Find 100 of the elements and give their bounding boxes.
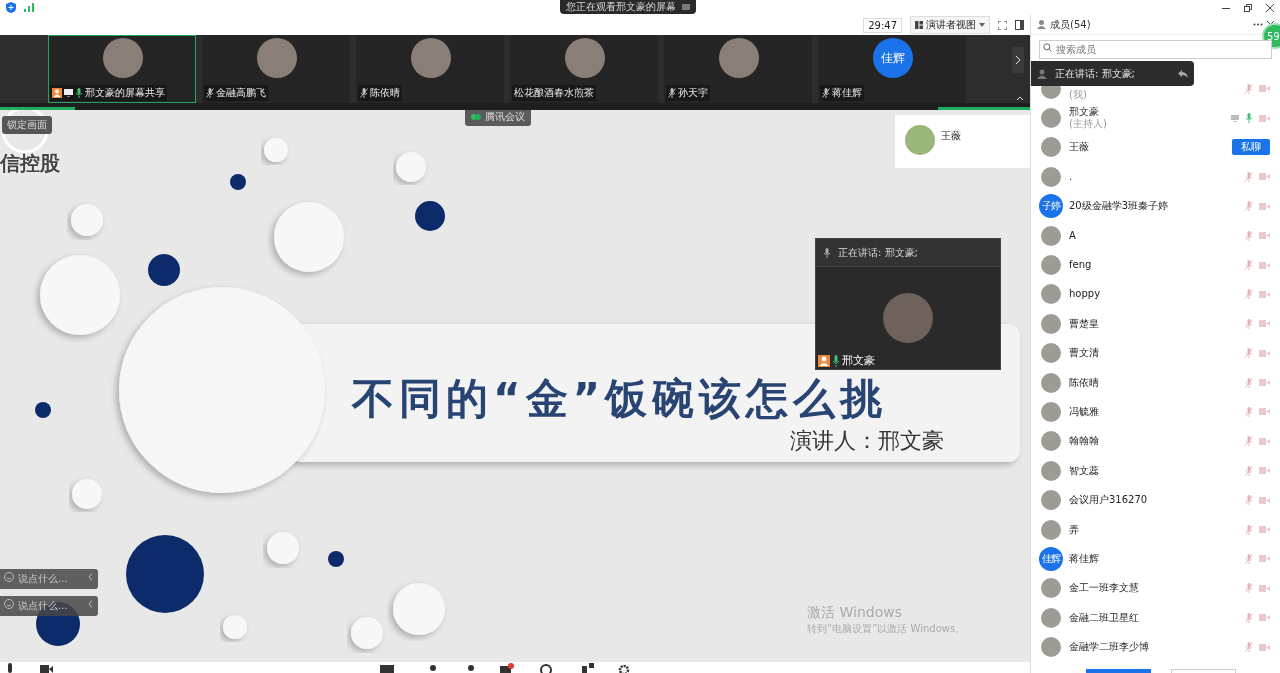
dot [230,174,246,190]
restore-icon[interactable] [1244,3,1252,12]
member-name: 金融二班卫星红 [1069,611,1139,624]
avatar-photo-placeholder [1041,255,1061,276]
member-name: 智文蕊 [1069,464,1099,477]
camera-icon [1259,379,1270,387]
video-tile[interactable]: 邢文豪的屏幕共享 [48,35,196,103]
camera-icon[interactable] [40,663,54,673]
bubble [223,615,247,639]
camera-icon [1259,555,1270,563]
video-tile[interactable]: 金融高鹏飞 [202,35,350,103]
video-tile[interactable]: 陈依晴 [356,35,504,103]
camera-icon [1259,261,1270,269]
avatar-photo-placeholder [1041,166,1061,187]
camera-icon [1259,290,1270,298]
gear-icon[interactable] [618,663,632,673]
avatar-photo-placeholder [411,38,451,78]
participant-name: 松花酿酒春水煎茶 [514,86,594,100]
dot [415,201,445,231]
meeting-timer: 29:47 [863,17,902,33]
fullscreen-icon[interactable] [998,20,1007,30]
video-tile[interactable]: 王薇 [895,115,1030,168]
participant-name: 邢文豪的屏幕共享 [85,86,165,100]
avatar-photo-placeholder [1041,313,1061,334]
microphone-icon [832,354,840,367]
video-tile[interactable]: 松花酿酒春水煎茶 [510,35,658,103]
camera-icon [1259,584,1270,592]
avatar-photo-placeholder [1041,284,1061,305]
video-tile[interactable]: 孙天宇 [664,35,812,103]
camera-icon [1259,408,1270,416]
camera-icon [1259,320,1270,328]
member-name: 蒋佳辉 [1069,552,1099,565]
screen-icon[interactable] [380,663,394,673]
sidebar-icon[interactable] [1015,20,1024,30]
lock-screen-button[interactable]: 锁定画面 [2,116,52,134]
avatar-photo-placeholder [1041,578,1061,599]
member-role: (我) [1069,88,1087,101]
camera-icon [1259,643,1270,651]
avatar-photo-placeholder [1041,343,1061,364]
chat-input[interactable]: 说点什么... [0,595,98,616]
record-icon[interactable] [540,663,554,673]
member-name: 邢文豪 [1069,106,1100,118]
slide-subtitle: 演讲人：邢文豪 [790,428,944,454]
camera-icon [1259,349,1270,357]
chat-input[interactable]: 说点什么... [0,568,98,589]
layout-icon [915,21,923,29]
camera-icon [1259,114,1270,122]
member-name: 金融学二班李少博 [1069,641,1149,654]
avatar-photo-placeholder [565,38,605,78]
bubble [72,479,102,509]
search-icon [1043,43,1052,52]
member-name: 陈依晴 [1069,376,1099,389]
member-name: 冯毓雅 [1069,406,1099,418]
participant-name: 蒋佳辉 [832,86,862,100]
reply-icon[interactable] [1178,69,1188,78]
camera-icon [1259,173,1270,181]
video-tile[interactable]: 佳辉 蒋佳辉 [818,35,966,103]
smiley-icon [4,572,14,582]
bubble [351,617,383,649]
private-chat-button[interactable]: 私聊 [1232,139,1270,156]
view-button[interactable]: 演讲者视图 [910,16,990,34]
chevron-left-icon[interactable] [88,600,93,608]
participant-name: 邢文豪 [842,353,875,368]
dot [328,551,344,567]
avatar: 佳辉 [873,38,913,78]
participant-name: 陈依晴 [370,86,400,100]
bubble [267,532,299,564]
speaking-label: 正在讲话: 邢文豪; [1055,66,1135,81]
chevron-up-icon[interactable] [1016,96,1024,101]
participant-name: 王薇 [941,129,961,143]
bubble [396,152,426,182]
chevron-right-icon[interactable] [1015,55,1021,65]
avatar: 子婷 [1039,194,1063,219]
dot [35,402,51,418]
member-name: 金工一班李文慧 [1069,582,1139,595]
member-name: 弄 [1069,523,1079,536]
participant-name: 孙天宇 [678,86,708,100]
app-name: 腾讯会议 [485,110,525,124]
member-name: feng [1069,259,1092,272]
camera-icon [1259,614,1270,622]
avatar-photo-placeholder [1041,490,1061,511]
chevron-left-icon[interactable] [88,573,93,581]
avatar-photo-placeholder [1041,402,1061,422]
more-icon[interactable] [1253,23,1263,26]
member-name: 会议用户316270 [1069,494,1148,507]
panel-title: 成员(54) [1050,17,1091,32]
avatar-photo-placeholder [257,38,297,78]
member-name: 曹文清 [1069,347,1099,360]
avatar-photo-placeholder [1041,637,1061,658]
avatar-photo-placeholder [905,125,935,155]
avatar-photo-placeholder [103,38,143,78]
bubble [393,583,445,635]
search-field[interactable]: 搜索成员 [1039,40,1272,59]
caret-icon [979,23,985,27]
member-name: A [1069,229,1076,242]
member-name: 王薇 [1069,141,1089,154]
avatar-photo-placeholder [1041,137,1061,158]
member-name: 曹楚皇 [1069,317,1099,330]
signal-icon [24,3,34,12]
slide-title: 不同的“金”饭碗该怎么挑 [352,374,888,424]
